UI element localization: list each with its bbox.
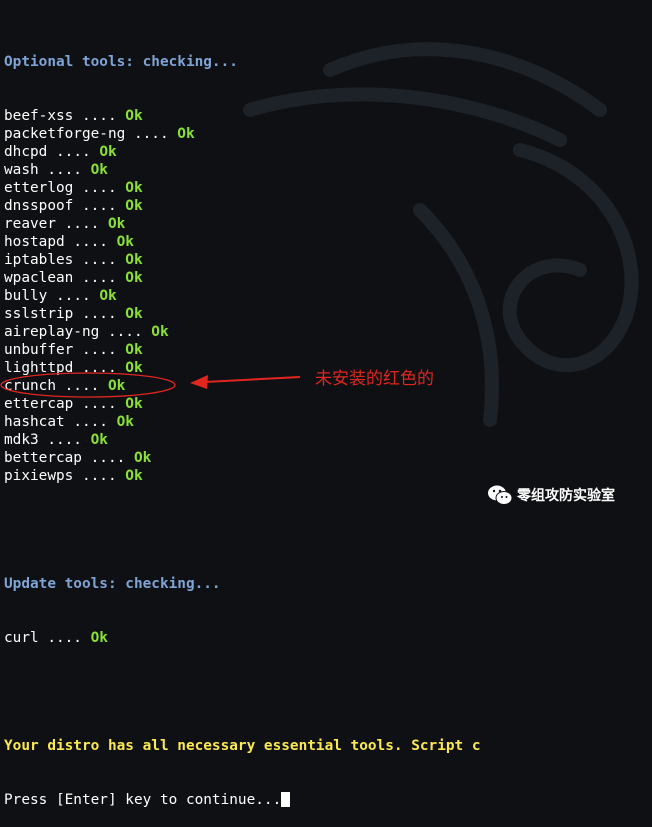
annotation-arrow-line [204, 376, 301, 383]
highlight-ellipse [0, 372, 176, 398]
terminal-cursor[interactable] [281, 792, 291, 807]
tool-dots: .... [38, 630, 91, 646]
annotation-overlay [0, 372, 301, 398]
wechat-watermark: 零组攻防实验室 [487, 484, 615, 506]
annotation-arrow-head [190, 375, 208, 389]
update-tools-header: Update tools: checking... [4, 576, 221, 592]
continue-prompt: Press [Enter] key to continue... [4, 792, 282, 808]
tool-status: Ok [90, 630, 108, 646]
tool-name: curl [4, 630, 39, 646]
wechat-icon [488, 485, 513, 505]
update-tool-row: curl .... Ok [4, 629, 481, 647]
watermark-text: 零组攻防实验室 [517, 488, 615, 504]
annotation-label: 未安装的红色的 [315, 369, 434, 389]
summary-message: Your distro has all necessary essential … [4, 738, 481, 754]
